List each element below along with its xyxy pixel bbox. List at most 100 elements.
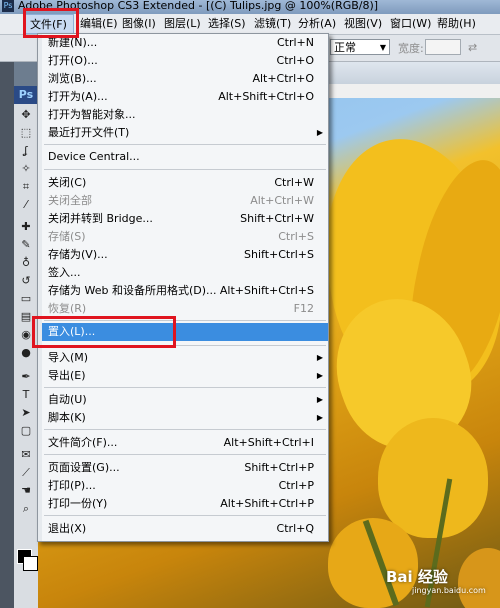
tulip-petal: [458, 548, 500, 608]
stamp-icon[interactable]: ♁: [18, 256, 34, 270]
photoshop-app-icon: Ps: [2, 0, 14, 12]
tulip-petal: [378, 418, 488, 538]
type-icon[interactable]: T: [18, 388, 34, 402]
menu-item-shortcut: Shift+Ctrl+W: [240, 212, 314, 225]
move-icon[interactable]: ✥: [18, 108, 34, 122]
watermark-subtext: jingyan.baidu.com: [412, 586, 486, 595]
menu-item-label: 打印(P)...: [48, 479, 96, 492]
menu-item-shortcut: Ctrl+Q: [276, 522, 314, 535]
eyedropper-icon[interactable]: ⟋: [18, 466, 34, 480]
menu-analysis[interactable]: 分析(A): [298, 14, 336, 34]
menu-item-close[interactable]: 关闭(C) Ctrl+W: [42, 174, 328, 192]
path-select-icon[interactable]: ➤: [18, 406, 34, 420]
notes-icon[interactable]: ✉: [18, 448, 34, 462]
menu-item-open-as[interactable]: 打开为(A)... Alt+Shift+Ctrl+O: [42, 88, 328, 106]
chevron-down-icon: ▼: [379, 43, 386, 52]
annotation-highlight-place-item: [32, 316, 176, 348]
menu-layer[interactable]: 图层(L): [164, 14, 201, 34]
menu-item-check-in[interactable]: 签入...: [42, 264, 328, 282]
history-brush-icon[interactable]: ↺: [18, 274, 34, 288]
menu-item-shortcut: Alt+Shift+Ctrl+I: [223, 436, 314, 449]
menu-image[interactable]: 图像(I): [122, 14, 156, 34]
shape-icon[interactable]: ▢: [18, 424, 34, 438]
submenu-arrow-icon: ▶: [316, 353, 323, 362]
menu-item-save: 存储(S) Ctrl+S: [42, 228, 328, 246]
crop-icon[interactable]: ⌗: [18, 180, 34, 194]
swap-icon[interactable]: ⇄: [468, 41, 477, 54]
menu-item-shortcut: Alt+Ctrl+O: [252, 72, 314, 85]
menu-item-save-as[interactable]: 存储为(V)... Shift+Ctrl+S: [42, 246, 328, 264]
menu-item-save-for-web[interactable]: 存储为 Web 和设备所用格式(D)... Alt+Shift+Ctrl+S: [42, 282, 328, 300]
menu-item-automate[interactable]: 自动(U) ▶: [42, 391, 328, 409]
style-select-value: 正常: [334, 41, 356, 54]
menu-item-open[interactable]: 打开(O)... Ctrl+O: [42, 52, 328, 70]
hand-icon[interactable]: ☚: [18, 484, 34, 498]
menu-help[interactable]: 帮助(H): [437, 14, 476, 34]
menu-view[interactable]: 视图(V): [344, 14, 382, 34]
menu-separator: [44, 454, 326, 455]
background-color-swatch[interactable]: [23, 556, 38, 571]
menu-item-exit[interactable]: 退出(X) Ctrl+Q: [42, 520, 328, 538]
submenu-arrow-icon: ▶: [316, 128, 323, 137]
dodge-icon[interactable]: ●: [18, 346, 34, 360]
pen-icon[interactable]: ✒: [18, 370, 34, 384]
menu-separator: [44, 169, 326, 170]
menu-item-label: 文件简介(F)...: [48, 436, 118, 449]
menu-select[interactable]: 选择(S): [208, 14, 246, 34]
menu-item-shortcut: Shift+Ctrl+S: [244, 248, 314, 261]
menu-item-label: 打开(O)...: [48, 54, 98, 67]
submenu-arrow-icon: ▶: [316, 371, 323, 380]
left-dock: [0, 62, 14, 608]
menu-item-print-one-copy[interactable]: 打印一份(Y) Alt+Shift+Ctrl+P: [42, 495, 328, 513]
width-input[interactable]: [425, 39, 461, 55]
zoom-icon[interactable]: ⌕: [18, 502, 34, 516]
menu-separator: [44, 515, 326, 516]
menu-item-open-smart-object[interactable]: 打开为智能对象...: [42, 106, 328, 124]
menu-item-close-go-to-bridge[interactable]: 关闭并转到 Bridge... Shift+Ctrl+W: [42, 210, 328, 228]
menu-separator: [44, 429, 326, 430]
menu-item-label: 存储为 Web 和设备所用格式(D)...: [48, 284, 217, 297]
menu-item-new[interactable]: 新建(N)... Ctrl+N: [42, 34, 328, 52]
menu-window[interactable]: 窗口(W): [390, 14, 431, 34]
lasso-icon[interactable]: ʆ: [18, 144, 34, 158]
menu-item-label: 导出(E): [48, 369, 86, 382]
menu-item-device-central[interactable]: Device Central...: [42, 148, 328, 166]
menu-item-page-setup[interactable]: 页面设置(G)... Shift+Ctrl+P: [42, 459, 328, 477]
menu-item-print[interactable]: 打印(P)... Ctrl+P: [42, 477, 328, 495]
healing-icon[interactable]: ✚: [18, 220, 34, 234]
menu-item-label: 退出(X): [48, 522, 87, 535]
menu-item-import[interactable]: 导入(M) ▶: [42, 349, 328, 367]
menu-item-shortcut: F12: [293, 302, 314, 315]
slice-icon[interactable]: ⁄: [18, 198, 34, 212]
menu-item-scripts[interactable]: 脚本(K) ▶: [42, 409, 328, 427]
baidu-watermark: Bai 经验 jingyan.baidu.com: [386, 566, 486, 595]
submenu-arrow-icon: ▶: [316, 413, 323, 422]
menu-item-label: 浏览(B)...: [48, 72, 97, 85]
menu-item-label: 脚本(K): [48, 411, 86, 424]
submenu-arrow-icon: ▶: [316, 395, 323, 404]
menu-item-label: 打印一份(Y): [48, 497, 108, 510]
menu-item-browse[interactable]: 浏览(B)... Alt+Ctrl+O: [42, 70, 328, 88]
wand-icon[interactable]: ✧: [18, 162, 34, 176]
brush-icon[interactable]: ✎: [18, 238, 34, 252]
menu-item-label: Device Central...: [48, 150, 140, 163]
width-label: 宽度:: [398, 42, 424, 55]
eraser-icon[interactable]: ▭: [18, 292, 34, 306]
menu-item-shortcut: Alt+Shift+Ctrl+O: [218, 90, 314, 103]
menu-item-shortcut: Ctrl+P: [278, 479, 314, 492]
ps-badge: Ps: [14, 86, 38, 104]
marquee-icon[interactable]: ⬚: [18, 126, 34, 140]
menu-filter[interactable]: 滤镜(T): [254, 14, 291, 34]
watermark-text: Bai 经验: [386, 568, 448, 586]
menu-item-close-all: 关闭全部 Alt+Ctrl+W: [42, 192, 328, 210]
menu-item-file-info[interactable]: 文件简介(F)... Alt+Shift+Ctrl+I: [42, 434, 328, 452]
style-select[interactable]: 正常 ▼: [330, 39, 390, 55]
menu-item-shortcut: Alt+Shift+Ctrl+P: [220, 497, 314, 510]
menu-item-shortcut: Alt+Ctrl+W: [250, 194, 314, 207]
menu-item-label: 打开为智能对象...: [48, 108, 136, 121]
menu-item-label: 页面设置(G)...: [48, 461, 120, 474]
menu-edit[interactable]: 编辑(E): [80, 14, 118, 34]
menu-item-label: 关闭(C): [48, 176, 87, 189]
menu-item-recent-files[interactable]: 最近打开文件(T) ▶: [42, 124, 328, 142]
menu-item-export[interactable]: 导出(E) ▶: [42, 367, 328, 385]
